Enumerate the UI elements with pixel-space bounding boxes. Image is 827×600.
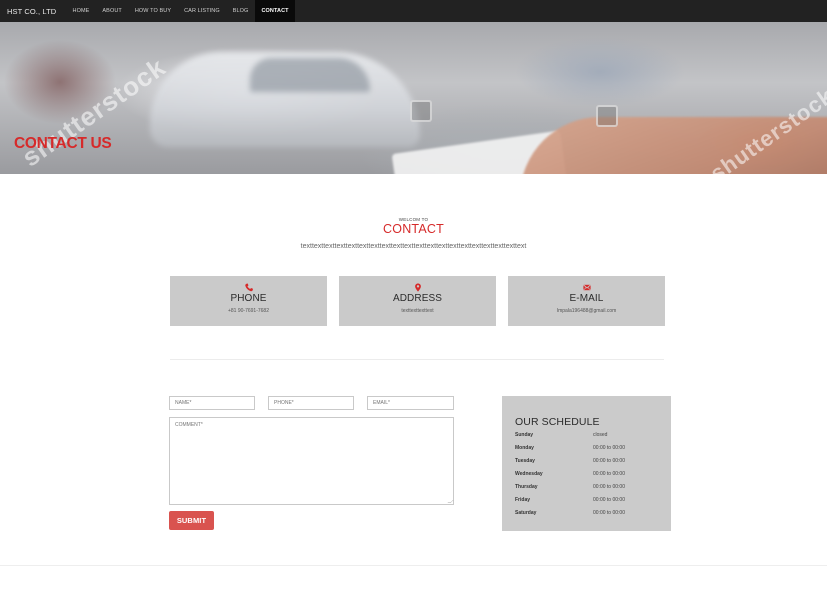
phone-card-value[interactable]: +81 90-7691-7682 xyxy=(170,308,327,314)
submit-button[interactable]: SUBMIT xyxy=(169,511,214,530)
email-input[interactable] xyxy=(367,396,454,410)
schedule-row: Friday 00:00 to 00:00 xyxy=(515,497,665,507)
name-input[interactable] xyxy=(169,396,255,410)
watermark-icon xyxy=(596,105,618,127)
schedule-time: 00:00 to 00:00 xyxy=(593,510,625,516)
schedule-row: Tuesday 00:00 to 00:00 xyxy=(515,458,665,468)
address-card-title: ADDRESS xyxy=(392,293,443,304)
schedule-day: Monday xyxy=(515,445,534,451)
watermark-text: shutterstock xyxy=(16,51,172,173)
brand-logo[interactable]: HST CO., LTD xyxy=(0,7,66,16)
nav-link-blog[interactable]: BLOG xyxy=(226,0,255,22)
nav-links: HOME ABOUT HOW TO BUY CAR LISTING BLOG C… xyxy=(66,0,296,22)
schedule-day: Saturday xyxy=(515,510,537,516)
nav-link-how-to-buy[interactable]: HOW TO BUY xyxy=(128,0,177,22)
email-card-title: E-MAIL xyxy=(569,293,604,304)
phone-card: PHONE +81 90-7691-7682 xyxy=(170,276,327,326)
nav-link-contact[interactable]: CONTACT xyxy=(254,0,296,22)
schedule-time: 00:00 to 00:00 xyxy=(593,445,625,451)
email-card: E-MAIL Impala196488@gmail.com xyxy=(508,276,665,326)
schedule-row: Wednesday 00:00 to 00:00 xyxy=(515,471,665,481)
schedule-panel: OUR SCHEDULE Sunday closed Monday 00:00 … xyxy=(502,396,671,531)
address-card: ADDRESS texttexttexttext xyxy=(339,276,496,326)
schedule-row: Thursday 00:00 to 00:00 xyxy=(515,484,665,494)
section-lead-text: texttexttexttexttexttexttexttexttexttext… xyxy=(300,243,527,250)
footer-divider xyxy=(0,565,827,566)
nav-link-car-listing[interactable]: CAR LISTING xyxy=(178,0,227,22)
schedule-day: Thursday xyxy=(515,484,538,490)
schedule-day: Wednesday xyxy=(515,471,543,477)
section-divider xyxy=(170,359,664,360)
email-card-value[interactable]: Impala196488@gmail.com xyxy=(508,308,665,314)
phone-input[interactable] xyxy=(268,396,354,410)
schedule-day: Tuesday xyxy=(515,458,535,464)
map-pin-icon xyxy=(414,283,421,292)
schedule-day: Friday xyxy=(515,497,531,503)
hero-banner: shutterstock shutterstock CONTACT US xyxy=(0,22,827,174)
nav-link-home[interactable]: HOME xyxy=(66,0,96,22)
schedule-day: Sunday xyxy=(515,432,534,438)
schedule-row: Sunday closed xyxy=(515,432,665,442)
phone-card-title: PHONE xyxy=(230,293,267,304)
comment-textarea[interactable] xyxy=(169,417,454,505)
address-card-value: texttexttexttext xyxy=(401,308,434,314)
schedule-time: 00:00 to 00:00 xyxy=(593,497,625,503)
top-navbar: HST CO., LTD HOME ABOUT HOW TO BUY CAR L… xyxy=(0,0,827,22)
watermark-icon xyxy=(410,100,432,122)
nav-link-about[interactable]: ABOUT xyxy=(96,0,128,22)
schedule-time: 00:00 to 00:00 xyxy=(593,484,625,490)
hero-car-window xyxy=(250,58,370,92)
envelope-icon xyxy=(582,284,591,291)
schedule-row: Saturday 00:00 to 00:00 xyxy=(515,510,665,520)
section-title: CONTACT xyxy=(383,222,444,236)
phone-icon xyxy=(244,283,253,292)
schedule-time: closed xyxy=(593,432,608,438)
schedule-time: 00:00 to 00:00 xyxy=(593,458,625,464)
schedule-title: OUR SCHEDULE xyxy=(515,416,600,428)
schedule-row: Monday 00:00 to 00:00 xyxy=(515,445,665,455)
hero-title: CONTACT US xyxy=(14,135,112,152)
schedule-time: 00:00 to 00:00 xyxy=(593,471,625,477)
